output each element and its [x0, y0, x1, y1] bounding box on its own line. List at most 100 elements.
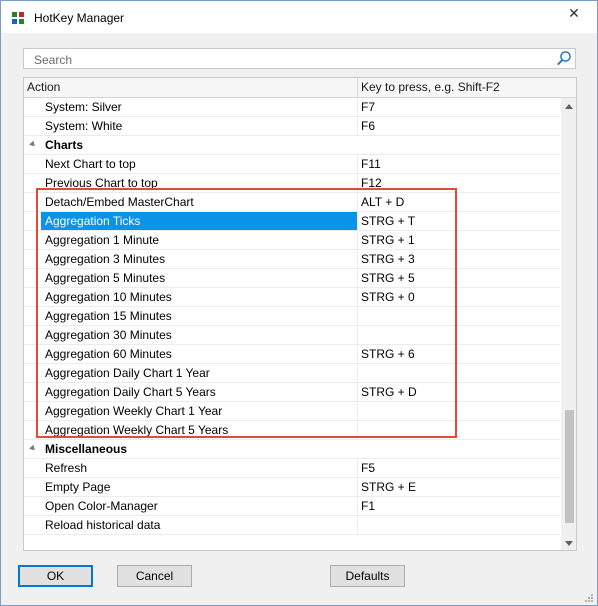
- ok-button[interactable]: OK: [18, 565, 93, 587]
- cell-divider: [357, 288, 358, 307]
- action-cell: Next Chart to top: [45, 157, 136, 171]
- key-cell[interactable]: STRG + T: [361, 212, 415, 230]
- action-cell: Aggregation 15 Minutes: [45, 309, 172, 323]
- cell-divider: [357, 497, 358, 516]
- table-row[interactable]: Aggregation Weekly Chart 5 Years: [24, 421, 560, 440]
- cell-divider: [357, 269, 358, 288]
- column-header-key[interactable]: Key to press, e.g. Shift-F2: [361, 78, 500, 97]
- cell-divider: [357, 478, 358, 497]
- hotkey-manager-window: HotKey Manager ✕ Action Key to press, e.…: [0, 0, 598, 606]
- table-row[interactable]: Aggregation 1 Minute STRG + 1: [24, 231, 560, 250]
- cell-divider: [357, 307, 358, 326]
- group-row[interactable]: Charts: [24, 136, 560, 155]
- cell-divider: [357, 117, 358, 136]
- action-cell: Aggregation Weekly Chart 1 Year: [45, 404, 223, 418]
- close-button[interactable]: ✕: [557, 1, 591, 27]
- action-cell: Aggregation 60 Minutes: [45, 347, 172, 361]
- table-row[interactable]: Aggregation Ticks STRG + T: [24, 212, 560, 231]
- table-header: Action Key to press, e.g. Shift-F2: [24, 78, 576, 98]
- search-input[interactable]: [32, 51, 546, 68]
- cell-divider: [357, 212, 358, 231]
- action-cell: Aggregation 1 Minute: [45, 233, 160, 247]
- title-bar[interactable]: HotKey Manager ✕: [1, 1, 597, 33]
- action-cell: System: Silver: [45, 100, 122, 114]
- group-label: Charts: [45, 138, 84, 152]
- table-row[interactable]: Aggregation 15 Minutes: [24, 307, 560, 326]
- table-row[interactable]: System: Silver F7: [24, 98, 560, 117]
- key-cell[interactable]: F12: [361, 174, 382, 192]
- scroll-down-arrow-icon[interactable]: [565, 541, 573, 546]
- key-cell[interactable]: F6: [361, 117, 375, 135]
- cell-divider: [357, 516, 358, 535]
- cell-divider: [357, 174, 358, 193]
- action-cell: Aggregation 3 Minutes: [45, 252, 166, 266]
- key-cell[interactable]: F1: [361, 497, 375, 515]
- action-cell: System: White: [45, 119, 123, 133]
- table-row[interactable]: System: White F6: [24, 117, 560, 136]
- key-cell[interactable]: STRG + 0: [361, 288, 415, 306]
- key-cell[interactable]: STRG + 3: [361, 250, 415, 268]
- table-row[interactable]: Detach/Embed MasterChart ALT + D: [24, 193, 560, 212]
- key-cell[interactable]: F5: [361, 459, 375, 477]
- key-cell[interactable]: STRG + D: [361, 383, 417, 401]
- table-row[interactable]: Aggregation 5 Minutes STRG + 5: [24, 269, 560, 288]
- action-cell: Aggregation Daily Chart 5 Years: [45, 385, 216, 399]
- table-row[interactable]: Aggregation Weekly Chart 1 Year: [24, 402, 560, 421]
- table-row[interactable]: Aggregation Daily Chart 1 Year: [24, 364, 560, 383]
- table-row[interactable]: Previous Chart to top F12: [24, 174, 560, 193]
- collapse-arrow-icon[interactable]: [29, 444, 37, 453]
- table-row[interactable]: Reload historical data: [24, 516, 560, 535]
- action-cell: Reload historical data: [45, 518, 161, 532]
- resize-grip-icon[interactable]: [584, 593, 594, 603]
- key-cell[interactable]: STRG + 6: [361, 345, 415, 363]
- key-cell[interactable]: F11: [361, 155, 381, 173]
- action-cell: Previous Chart to top: [45, 176, 158, 190]
- column-header-action[interactable]: Action: [27, 78, 60, 97]
- table-row[interactable]: Aggregation 30 Minutes: [24, 326, 560, 345]
- action-cell: Open Color-Manager: [45, 499, 158, 513]
- key-cell[interactable]: STRG + E: [361, 478, 416, 496]
- table-row[interactable]: Aggregation 60 Minutes STRG + 6: [24, 345, 560, 364]
- vertical-scrollbar[interactable]: [561, 98, 576, 550]
- action-cell: Aggregation Ticks: [45, 214, 141, 228]
- key-cell[interactable]: F7: [361, 98, 375, 116]
- key-cell[interactable]: ALT + D: [361, 193, 404, 211]
- cell-divider: [357, 326, 358, 345]
- action-cell: Refresh: [45, 461, 88, 475]
- cell-divider: [357, 383, 358, 402]
- key-cell[interactable]: STRG + 1: [361, 231, 415, 249]
- hotkey-table: Action Key to press, e.g. Shift-F2 Syste…: [23, 77, 577, 551]
- action-cell: Aggregation 5 Minutes: [45, 271, 166, 285]
- key-cell[interactable]: STRG + 5: [361, 269, 415, 287]
- table-row[interactable]: Aggregation Daily Chart 5 Years STRG + D: [24, 383, 560, 402]
- action-cell: Detach/Embed MasterChart: [45, 195, 194, 209]
- search-box[interactable]: [23, 48, 576, 69]
- app-icon: [12, 12, 25, 25]
- cell-divider: [357, 231, 358, 250]
- action-cell: Empty Page: [45, 480, 111, 494]
- cancel-button[interactable]: Cancel: [117, 565, 192, 587]
- table-row[interactable]: Refresh F5: [24, 459, 560, 478]
- cell-divider: [357, 345, 358, 364]
- action-cell: Aggregation 10 Minutes: [45, 290, 172, 304]
- action-cell: Aggregation Weekly Chart 5 Years: [45, 423, 229, 437]
- group-row[interactable]: Miscellaneous: [24, 440, 560, 459]
- table-row[interactable]: Aggregation 10 Minutes STRG + 0: [24, 288, 560, 307]
- table-row[interactable]: Next Chart to top F11: [24, 155, 560, 174]
- defaults-button[interactable]: Defaults: [330, 565, 405, 587]
- table-row[interactable]: Open Color-Manager F1: [24, 497, 560, 516]
- table-row[interactable]: Aggregation 3 Minutes STRG + 3: [24, 250, 560, 269]
- cell-divider: [357, 421, 358, 440]
- scroll-up-arrow-icon[interactable]: [565, 104, 573, 109]
- cell-divider: [357, 193, 358, 212]
- table-body: System: Silver F7 System: White F6 Charts Nex…: [24, 98, 560, 535]
- scroll-thumb[interactable]: [565, 410, 574, 523]
- column-divider[interactable]: [357, 78, 358, 97]
- cell-divider: [357, 155, 358, 174]
- collapse-arrow-icon[interactable]: [29, 140, 37, 149]
- cell-divider: [357, 402, 358, 421]
- cell-divider: [357, 459, 358, 478]
- search-icon[interactable]: [556, 50, 572, 67]
- table-row[interactable]: Empty Page STRG + E: [24, 478, 560, 497]
- window-title: HotKey Manager: [34, 11, 125, 25]
